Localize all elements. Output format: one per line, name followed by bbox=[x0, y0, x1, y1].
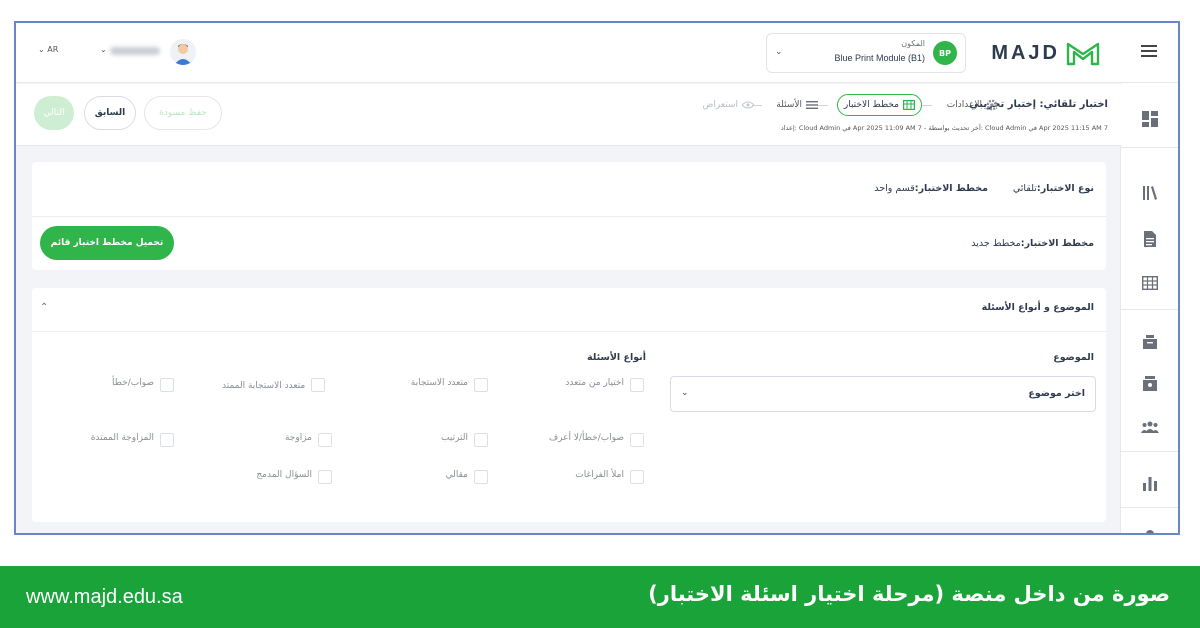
caption-text: صورة من داخل منصة (مرحلة اختيار اسئلة ال… bbox=[648, 582, 1170, 606]
checkbox[interactable] bbox=[160, 378, 174, 392]
module-value: Blue Print Module (B1) bbox=[834, 53, 925, 63]
blueprint2-value: مخطط جديد bbox=[971, 238, 1021, 249]
checkbox[interactable] bbox=[630, 433, 644, 447]
menu-icon[interactable] bbox=[1138, 40, 1160, 62]
module-selector[interactable]: BP المكون Blue Print Module (B1) ⌄ bbox=[766, 33, 966, 73]
blueprint-value: قسم واحد bbox=[874, 183, 915, 194]
step-preview[interactable]: استعراض bbox=[703, 94, 754, 116]
step-questions[interactable]: الأسئلة bbox=[776, 94, 818, 116]
qtype-label: مقالي bbox=[445, 470, 468, 480]
library-icon[interactable] bbox=[1138, 181, 1162, 205]
quiz-type-value: تلقائي bbox=[1012, 183, 1037, 194]
qtype-extended-multiple-response[interactable]: متعدد الاستجابة الممتد bbox=[222, 378, 332, 394]
profile-icon[interactable] bbox=[1138, 525, 1162, 533]
quiz-type-label: نوع الاختبار bbox=[1040, 183, 1094, 194]
step-questions-label: الأسئلة bbox=[776, 100, 802, 110]
topic-placeholder: اختر موضوع bbox=[1028, 388, 1085, 399]
checkbox[interactable] bbox=[160, 433, 174, 447]
qtype-label: متعدد الاستجابة bbox=[410, 378, 468, 388]
checkbox[interactable] bbox=[318, 433, 332, 447]
logo-mark-icon bbox=[1066, 42, 1100, 66]
checkbox[interactable] bbox=[474, 470, 488, 484]
document-icon[interactable] bbox=[1138, 227, 1162, 251]
qtype-label: المزاوجة الممتدة bbox=[90, 433, 154, 443]
qtype-label: صواب/خطأ bbox=[112, 378, 154, 388]
chevron-up-icon[interactable]: ⌃ bbox=[40, 302, 48, 313]
checkbox[interactable] bbox=[630, 470, 644, 484]
load-existing-blueprint-button[interactable]: تحميل مخطط اختبار قائم bbox=[40, 226, 174, 260]
blueprint2-label: مخطط الاختبار bbox=[1024, 238, 1094, 249]
qtype-label: متعدد الاستجابة الممتد bbox=[222, 381, 306, 391]
logo-text: MAJD bbox=[991, 41, 1060, 64]
next-button[interactable]: التالي bbox=[34, 96, 74, 130]
chevron-down-icon[interactable]: ⌄ bbox=[100, 45, 107, 54]
qtype-label: مزاوجة bbox=[284, 433, 312, 443]
qtype-multiple-response[interactable]: متعدد الاستجابة bbox=[411, 378, 488, 392]
question-types-label: أنواع الأسئلة bbox=[586, 352, 646, 363]
qtype-composite-question[interactable]: السؤال المدمج bbox=[256, 470, 332, 484]
language-switcher[interactable]: ⌄ AR bbox=[38, 45, 58, 54]
archive-icon[interactable] bbox=[1138, 371, 1162, 395]
step-settings-label: الإعدادات bbox=[946, 100, 982, 110]
checkbox[interactable] bbox=[474, 378, 488, 392]
module-badge: BP bbox=[933, 41, 957, 65]
users-icon[interactable] bbox=[1138, 415, 1162, 439]
caption-banner: www.majd.edu.sa صورة من داخل منصة (مرحلة… bbox=[0, 566, 1200, 628]
blueprint-label: مخطط الاختبار bbox=[918, 183, 988, 194]
qtype-label: صواب/خطأ/لا أعرف bbox=[548, 433, 624, 443]
checkbox[interactable] bbox=[474, 433, 488, 447]
qtype-label: السؤال المدمج bbox=[256, 470, 312, 480]
quiz-type-row: نوع الاختبار:تلقائي bbox=[1012, 183, 1094, 194]
chevron-down-icon: ⌄ bbox=[681, 388, 689, 398]
step-preview-label: استعراض bbox=[702, 100, 738, 110]
audit-meta: إعداد: Cloud Admin في Apr 2025 11:09 AM … bbox=[780, 124, 1108, 132]
dashboard-icon[interactable] bbox=[1138, 107, 1162, 131]
qtype-multiple-choice[interactable]: اختيار من متعدد bbox=[565, 378, 644, 392]
step-blueprint-label: مخطط الاختبار bbox=[843, 100, 899, 110]
checkbox[interactable] bbox=[318, 470, 332, 484]
qtype-true-false[interactable]: صواب/خطأ bbox=[112, 378, 174, 392]
user-name-blurred[interactable] bbox=[110, 47, 160, 55]
qtype-label: الترتيب bbox=[441, 433, 468, 443]
sidebar bbox=[1120, 83, 1178, 533]
language-label: AR bbox=[47, 45, 59, 54]
list-icon bbox=[806, 101, 818, 109]
qtype-label: املأ الفراغات bbox=[575, 470, 624, 480]
qtype-true-false-dont-know[interactable]: صواب/خطأ/لا أعرف bbox=[549, 433, 644, 447]
qtype-essay[interactable]: مقالي bbox=[446, 470, 488, 484]
eye-icon bbox=[742, 101, 754, 109]
reports-icon[interactable] bbox=[1138, 471, 1162, 495]
step-blueprint[interactable]: مخطط الاختبار bbox=[836, 94, 922, 116]
step-settings[interactable]: الإعدادات bbox=[947, 94, 998, 116]
avatar[interactable] bbox=[170, 39, 196, 65]
chevron-down-icon: ⌄ bbox=[775, 47, 783, 57]
topic-select[interactable]: اختر موضوع ⌄ bbox=[670, 376, 1096, 412]
qtype-ordering[interactable]: الترتيب bbox=[441, 433, 488, 447]
table-icon bbox=[903, 100, 915, 110]
gear-icon bbox=[986, 99, 998, 111]
majd-logo: MAJD bbox=[990, 37, 1100, 69]
checkbox[interactable] bbox=[311, 378, 326, 392]
wizard-steps-bar: اختبار تلقائي: إختبار تجريبي الإعدادات م… bbox=[16, 84, 1122, 146]
qtype-matching[interactable]: مزاوجة bbox=[285, 433, 332, 447]
blueprint-row: مخطط الاختبار:قسم واحد bbox=[874, 183, 988, 194]
save-draft-button[interactable]: حفظ مسودة bbox=[144, 96, 222, 130]
qtype-label: اختيار من متعدد bbox=[565, 378, 624, 388]
blueprint-new-row: مخطط الاختبار:مخطط جديد bbox=[971, 238, 1094, 249]
qtype-fill-blanks[interactable]: املأ الفراغات bbox=[575, 470, 644, 484]
qtype-extended-matching[interactable]: المزاوجة الممتدة bbox=[91, 433, 174, 447]
chevron-down-icon: ⌄ bbox=[38, 45, 45, 54]
previous-button[interactable]: السابق bbox=[84, 96, 136, 130]
module-label: المكون bbox=[901, 39, 925, 48]
blueprint-card: نوع الاختبار:تلقائي مخطط الاختبار:قسم وا… bbox=[32, 162, 1106, 270]
topics-card: الموضوع و أنواع الأسئلة ⌃ الموضوع اختر م… bbox=[32, 288, 1106, 522]
checkbox[interactable] bbox=[630, 378, 644, 392]
website-url: www.majd.edu.sa bbox=[26, 586, 183, 608]
app-window: MAJD BP المكون Blue Print Module (B1) ⌄ … bbox=[14, 21, 1180, 535]
topic-label: الموضوع bbox=[1053, 352, 1094, 363]
topics-card-title: الموضوع و أنواع الأسئلة bbox=[981, 302, 1094, 313]
question-bank-icon[interactable] bbox=[1138, 329, 1162, 353]
table-icon[interactable] bbox=[1138, 271, 1162, 295]
top-bar: MAJD BP المكون Blue Print Module (B1) ⌄ … bbox=[16, 23, 1178, 83]
